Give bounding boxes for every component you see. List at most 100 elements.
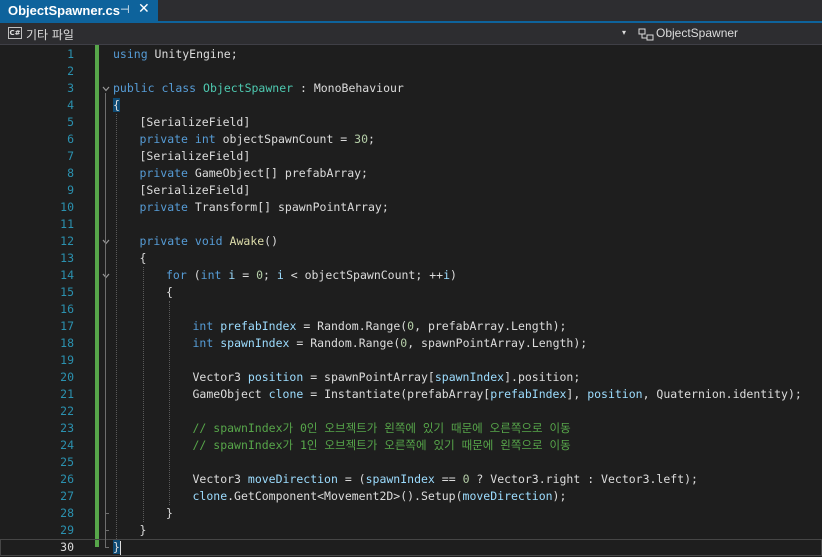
- code-token: class: [161, 81, 197, 95]
- code-editor[interactable]: 1 using UnityEngine; 2 3 public class Object…: [0, 45, 822, 557]
- code-line[interactable]: 3 public class ObjectSpawner : MonoBehavi…: [0, 80, 822, 97]
- code-token: < objectSpawnCount; ++: [283, 268, 444, 282]
- code-text[interactable]: }: [113, 539, 121, 556]
- line-number: 6: [67, 132, 74, 146]
- line-number: 4: [67, 98, 74, 112]
- line-number: 23: [60, 421, 74, 435]
- code-line[interactable]: 12 private void Awake(): [0, 233, 822, 250]
- code-line[interactable]: 25: [0, 454, 822, 471]
- code-token: Transform[] spawnPointArray;: [187, 200, 389, 214]
- collapse-chevron-icon[interactable]: [102, 272, 110, 280]
- code-token: = Random.Range(: [289, 336, 401, 350]
- class-dropdown[interactable]: ObjectSpawner: [656, 26, 738, 40]
- code-token: }: [139, 523, 147, 537]
- code-line[interactable]: 28}: [0, 505, 822, 522]
- code-token: (): [264, 234, 279, 248]
- close-icon[interactable]: ✕: [138, 1, 150, 17]
- code-line[interactable]: 6 private int objectSpawnCount = 30;: [0, 131, 822, 148]
- code-token: spawnIndex: [365, 472, 435, 486]
- code-line[interactable]: 9 [SerializeField]: [0, 182, 822, 199]
- code-token: clone: [192, 489, 228, 503]
- code-text[interactable]: clone.GetComponent<Movement2D>().Setup(m…: [193, 488, 567, 505]
- code-line[interactable]: 20 Vector3 position = spawnPointArray[spa…: [0, 369, 822, 386]
- code-text[interactable]: [SerializeField]: [140, 182, 251, 199]
- code-text[interactable]: private int objectSpawnCount = 30;: [140, 131, 375, 148]
- code-text[interactable]: [SerializeField]: [140, 114, 251, 131]
- code-line[interactable]: 18 int spawnIndex = Random.Range(0, spawn…: [0, 335, 822, 352]
- line-number: 19: [60, 353, 74, 367]
- code-line[interactable]: 29}: [0, 522, 822, 539]
- code-text[interactable]: // spawnIndex가 1인 오브젝트가 오른쪽에 있기 때문에 왼쪽으로…: [193, 437, 571, 454]
- code-text[interactable]: private GameObject[] prefabArray;: [140, 165, 368, 182]
- line-number: 22: [60, 404, 74, 418]
- code-line[interactable]: 21 GameObject clone = Instantiate(prefabA…: [0, 386, 822, 403]
- code-line[interactable]: 19: [0, 352, 822, 369]
- code-line[interactable]: 10 private Transform[] spawnPointArray;: [0, 199, 822, 216]
- code-line[interactable]: 30}: [0, 539, 822, 556]
- code-text[interactable]: int spawnIndex = Random.Range(0, spawnPo…: [193, 335, 588, 352]
- code-text[interactable]: }: [166, 505, 173, 522]
- code-line[interactable]: 23 // spawnIndex가 0인 오브젝트가 왼쪽에 있기 때문에 오른쪽…: [0, 420, 822, 437]
- code-line[interactable]: 22: [0, 403, 822, 420]
- code-line[interactable]: 7 [SerializeField]: [0, 148, 822, 165]
- line-number: 11: [60, 217, 74, 231]
- line-number: 30: [60, 540, 74, 554]
- code-token: private: [139, 166, 188, 180]
- line-number: 1: [67, 47, 74, 61]
- code-text[interactable]: public class ObjectSpawner : MonoBehavio…: [113, 80, 404, 97]
- line-number: 28: [60, 506, 74, 520]
- code-line[interactable]: 24 // spawnIndex가 1인 오브젝트가 오른쪽에 있기 때문에 왼쪽…: [0, 437, 822, 454]
- code-line[interactable]: 2: [0, 63, 822, 80]
- code-text[interactable]: Vector3 moveDirection = (spawnIndex == 0…: [193, 471, 698, 488]
- code-token: position: [247, 370, 304, 384]
- code-line[interactable]: 27 clone.GetComponent<Movement2D>().Setup…: [0, 488, 822, 505]
- code-line[interactable]: 13 {: [0, 250, 822, 267]
- code-token: void: [194, 234, 223, 248]
- class-icon: [638, 27, 654, 41]
- code-line[interactable]: 15 {: [0, 284, 822, 301]
- code-text[interactable]: private void Awake(): [140, 233, 279, 250]
- fold-region-end: [105, 530, 109, 531]
- code-token: : MonoBehaviour: [293, 81, 404, 95]
- code-line[interactable]: 14 for (int i = 0; i < objectSpawnCount; …: [0, 267, 822, 284]
- code-token: GameObject[] prefabArray;: [187, 166, 368, 180]
- code-token: ],: [566, 387, 588, 401]
- code-line[interactable]: 26 Vector3 moveDirection = (spawnIndex ==…: [0, 471, 822, 488]
- code-text[interactable]: {: [140, 250, 147, 267]
- code-text[interactable]: Vector3 position = spawnPointArray[spawn…: [193, 369, 581, 386]
- chevron-down-icon[interactable]: ▾: [622, 28, 626, 37]
- code-line[interactable]: 8 private GameObject[] prefabArray;: [0, 165, 822, 182]
- pin-icon[interactable]: ⊣: [120, 3, 130, 16]
- code-text[interactable]: for (int i = 0; i < objectSpawnCount; ++…: [166, 267, 457, 284]
- code-text[interactable]: using UnityEngine;: [113, 46, 238, 63]
- code-text[interactable]: {: [113, 97, 120, 114]
- collapse-chevron-icon[interactable]: [102, 85, 110, 93]
- indent-guide: [169, 301, 170, 505]
- code-text[interactable]: private Transform[] spawnPointArray;: [140, 199, 389, 216]
- collapse-chevron-icon[interactable]: [102, 238, 110, 246]
- code-line[interactable]: 5 [SerializeField]: [0, 114, 822, 131]
- code-token: for: [166, 268, 187, 282]
- line-number: 10: [60, 200, 74, 214]
- code-text[interactable]: // spawnIndex가 0인 오브젝트가 왼쪽에 있기 때문에 오른쪽으로…: [193, 420, 571, 437]
- code-text[interactable]: }: [140, 522, 147, 539]
- code-token: prefabIndex: [220, 319, 297, 333]
- code-token: {: [139, 251, 147, 265]
- code-text[interactable]: GameObject clone = Instantiate(prefabArr…: [193, 386, 802, 403]
- document-tab[interactable]: ObjectSpawner.cs ⊣ ✕: [0, 0, 158, 21]
- code-line[interactable]: 11: [0, 216, 822, 233]
- code-text[interactable]: [SerializeField]: [140, 148, 251, 165]
- code-line[interactable]: 1 using UnityEngine;: [0, 46, 822, 63]
- code-line[interactable]: 16: [0, 301, 822, 318]
- code-line[interactable]: 17 int prefabIndex = Random.Range(0, pref…: [0, 318, 822, 335]
- code-line[interactable]: 4{: [0, 97, 822, 114]
- code-token: spawnIndex: [434, 370, 505, 384]
- code-token: moveDirection: [247, 472, 338, 486]
- code-token: Vector3: [192, 370, 248, 384]
- line-number: 18: [60, 336, 74, 350]
- project-dropdown[interactable]: 기타 파일: [26, 26, 74, 43]
- code-text[interactable]: {: [166, 284, 173, 301]
- code-token: );: [552, 489, 567, 503]
- code-text[interactable]: int prefabIndex = Random.Range(0, prefab…: [193, 318, 567, 335]
